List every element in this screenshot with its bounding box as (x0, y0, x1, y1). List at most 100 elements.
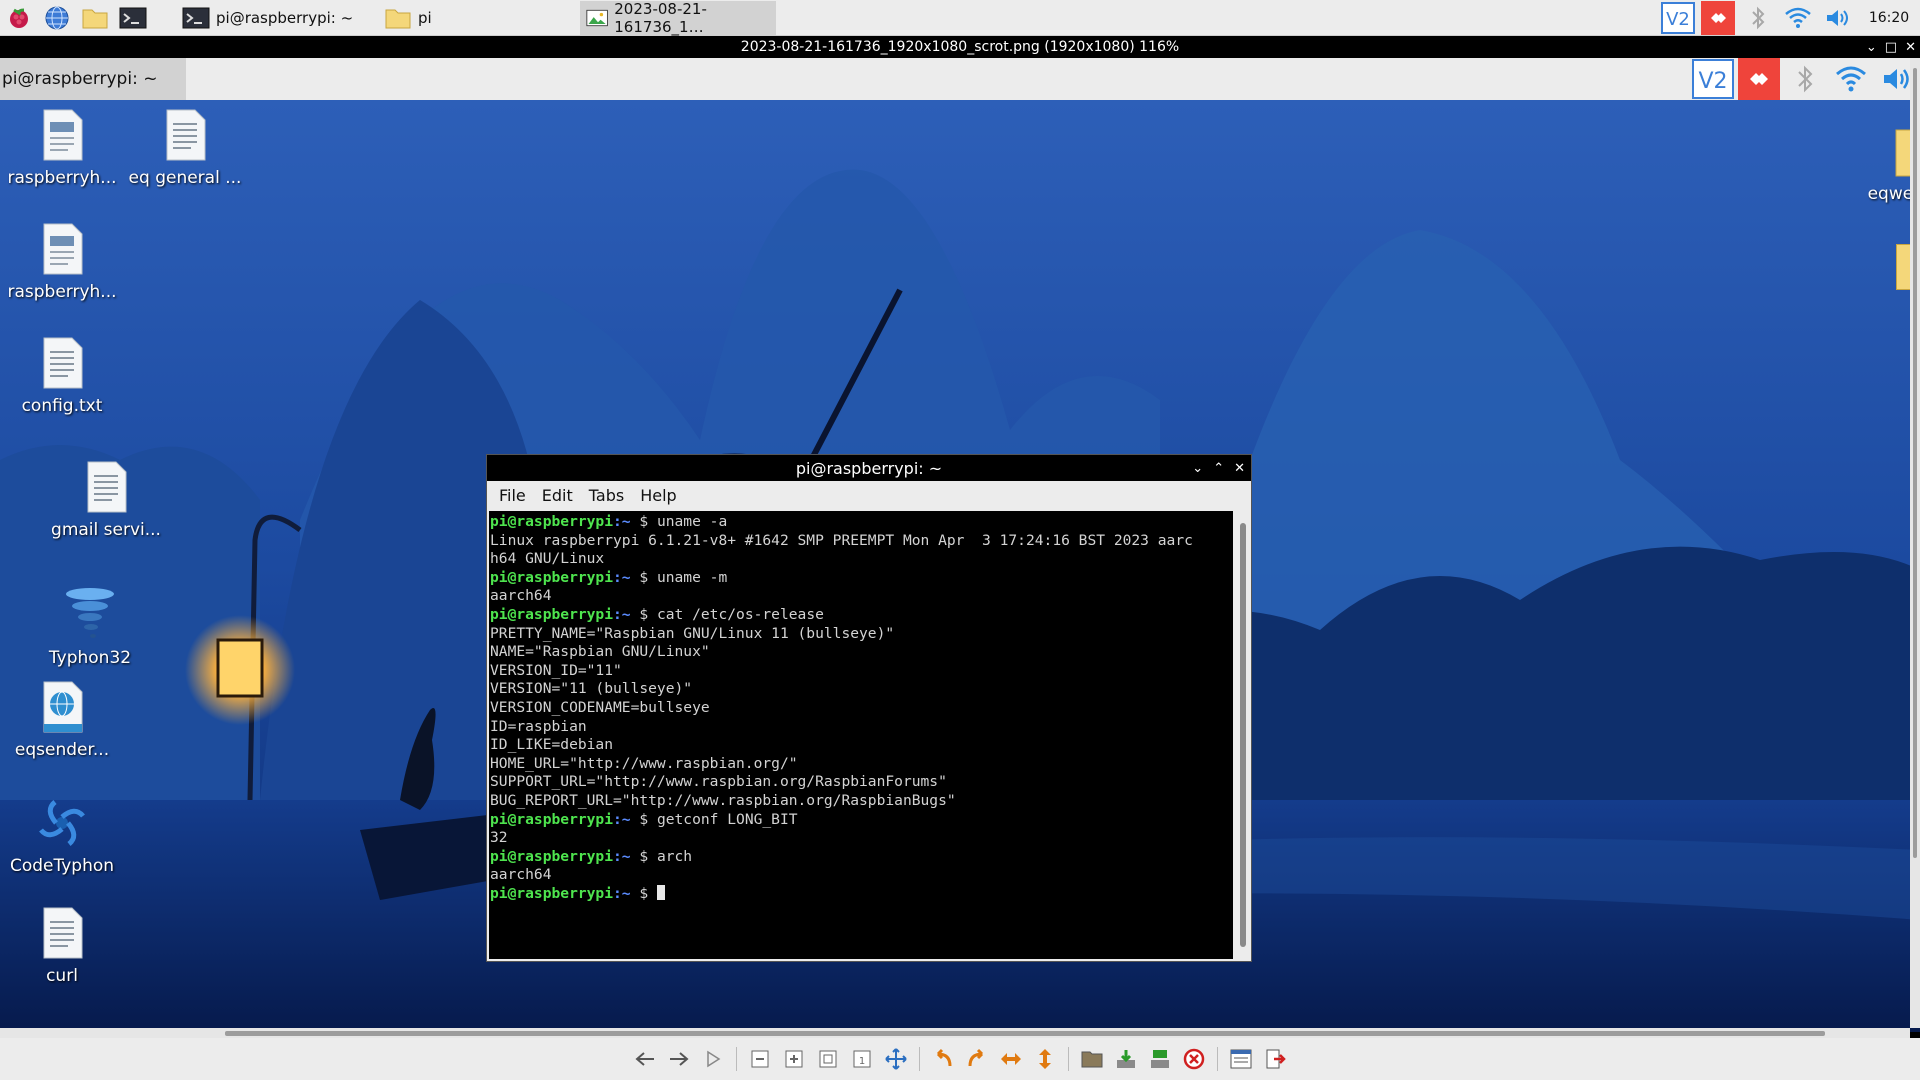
bluetooth-tray-button[interactable] (1738, 0, 1778, 36)
play-button[interactable] (700, 1046, 726, 1072)
inner-task-label: pi@raspberrypi: ~ (2, 69, 158, 89)
terminal-output-line: HOME_URL="http://www.raspbian.org/" (490, 754, 798, 772)
terminal-command-line: pi@raspberrypi:~ $ arch (490, 848, 1232, 867)
flip-horizontal-icon (1001, 1053, 1021, 1065)
terminal-scrollbar[interactable] (1235, 511, 1251, 959)
task-terminal[interactable]: pi@raspberrypi: ~ (176, 1, 376, 35)
original-size-button[interactable]: 1 (849, 1046, 875, 1072)
terminal-output-line: 32 (490, 829, 508, 847)
fullscreen-button[interactable] (883, 1046, 909, 1072)
terminal-output-line: SUPPORT_URL="http://www.raspbian.org/Ras… (490, 773, 947, 791)
delete-button[interactable] (1181, 1046, 1207, 1072)
flip-vertical-button[interactable] (1032, 1046, 1058, 1072)
task-image-viewer[interactable]: 2023-08-21-161736_1… (580, 0, 776, 36)
command-text: cat /etc/os-release (656, 605, 824, 623)
rotate-right-button[interactable] (964, 1046, 990, 1072)
terminal-title-bar[interactable]: pi@raspberrypi: ~ ⌄ ⌃ ✕ (487, 455, 1251, 481)
rotate-right-icon (968, 1048, 984, 1067)
prompt-user: pi@raspberrypi (490, 810, 614, 828)
wifi-tray-button[interactable] (1778, 0, 1818, 36)
taskbar: pi@raspberrypi: ~ pi 2023-08-21-161736_1… (0, 0, 1920, 36)
zoom-in-icon (785, 1050, 803, 1068)
desktop-icon-label: raspberryh... (7, 168, 117, 188)
inner-wifi (1828, 58, 1874, 100)
prompt-path: :~ (613, 513, 631, 530)
menu-tabs[interactable]: Tabs (583, 484, 630, 507)
desktop-icon-label: curl (46, 966, 78, 986)
svg-text:V2: V2 (1666, 9, 1690, 30)
prompt-path: :~ (613, 568, 631, 586)
desktop-icon-raspberryh-1[interactable]: raspberryh... (2, 108, 122, 188)
minimize-icon[interactable]: ⌄ (1866, 40, 1877, 55)
task-file-manager[interactable]: pi (378, 1, 578, 35)
wifi-icon (1785, 7, 1811, 28)
terminal-output-line: VERSION_CODENAME=bullseye (490, 698, 710, 716)
prompt-dollar: $ (630, 884, 657, 902)
rotate-left-button[interactable] (930, 1046, 956, 1072)
exit-icon (1266, 1049, 1286, 1069)
maximize-icon[interactable]: ⌃ (1213, 461, 1224, 476)
raspberry-menu-button[interactable] (0, 1, 38, 35)
prompt-user: pi@raspberrypi (490, 568, 614, 586)
desktop-icon-eqsender[interactable]: eqsender... (2, 680, 122, 760)
next-button[interactable] (666, 1046, 692, 1072)
zoom-in-button[interactable] (781, 1046, 807, 1072)
save-as-button[interactable] (1147, 1046, 1173, 1072)
terminal-output-line: NAME="Raspbian GNU/Linux" (490, 643, 710, 661)
horizontal-scrollbar[interactable] (0, 1028, 1910, 1038)
terminal-command-line: pi@raspberrypi:~ $ uname -m (490, 569, 1232, 588)
command-text: getconf LONG_BIT (656, 810, 798, 828)
terminal-output-line: aarch64 (490, 866, 552, 884)
maximize-icon[interactable]: □ (1885, 40, 1897, 55)
anydesk-tray-button[interactable] (1698, 0, 1738, 36)
terminal-icon (119, 7, 147, 28)
clock[interactable]: 16:20 (1858, 10, 1920, 26)
exit-button[interactable] (1262, 1046, 1288, 1072)
original-size-icon: 1 (853, 1050, 871, 1068)
fit-button[interactable] (815, 1046, 841, 1072)
vnc-icon: V2 (1692, 59, 1734, 99)
prev-button[interactable] (632, 1046, 658, 1072)
menu-file[interactable]: File (493, 484, 532, 507)
bluetooth-icon (1752, 6, 1765, 30)
flip-horizontal-button[interactable] (998, 1046, 1024, 1072)
desktop-icon-eqweb[interactable]: eqweb (1834, 128, 1920, 204)
play-icon (707, 1050, 721, 1068)
desktop-icon-label: CodeTyphon (9, 856, 115, 876)
prev-icon (635, 1052, 654, 1066)
viewer-toolbar: 1 (0, 1038, 1920, 1080)
menu-edit[interactable]: Edit (536, 484, 579, 507)
menu-help[interactable]: Help (634, 484, 682, 507)
desktop-icon-curl[interactable]: curl (2, 906, 122, 986)
desktop-icon-gmail-service[interactable]: gmail servi... (46, 460, 166, 540)
desktop-icon-raspberryh-2[interactable]: raspberryh... (2, 222, 122, 302)
file-manager-launcher[interactable] (76, 1, 114, 35)
open-button[interactable] (1079, 1046, 1105, 1072)
desktop-icon-config-txt[interactable]: config.txt (2, 336, 122, 416)
minimize-icon[interactable]: ⌄ (1192, 461, 1203, 476)
desktop-icon-codetyphon[interactable]: CodeTyphon (2, 796, 122, 876)
browser-launcher[interactable] (38, 1, 76, 35)
task-label: pi (418, 9, 432, 27)
volume-tray-button[interactable] (1818, 0, 1858, 36)
save-button[interactable] (1113, 1046, 1139, 1072)
swirl-icon (39, 800, 85, 846)
zoom-out-button[interactable] (747, 1046, 773, 1072)
preferences-button[interactable] (1228, 1046, 1254, 1072)
prompt-path: :~ (613, 605, 631, 623)
flip-vertical-icon (1039, 1049, 1051, 1069)
terminal-launcher[interactable] (114, 1, 152, 35)
desktop-icon-label: raspberryh... (7, 282, 117, 302)
prompt-user: pi@raspberrypi (490, 513, 614, 530)
terminal-window[interactable]: pi@raspberrypi: ~ ⌄ ⌃ ✕ File Edit Tabs H… (486, 454, 1252, 962)
vnc-tray-button[interactable]: V2 (1658, 0, 1698, 36)
close-icon[interactable]: ✕ (1234, 461, 1245, 476)
vertical-scrollbar[interactable] (1910, 58, 1920, 1028)
image-canvas[interactable]: pi@raspberrypi: ~ V2 raspberryh... eq ge… (0, 58, 1920, 1032)
terminal-output[interactable]: pi@raspberrypi:~ $ uname -a Linux raspber… (489, 511, 1233, 959)
close-icon[interactable]: ✕ (1905, 40, 1916, 55)
image-icon (586, 9, 608, 27)
desktop-icon-typhon32[interactable]: Typhon32 (30, 586, 150, 668)
desktop-icon-eq-general[interactable]: eq general ... (125, 108, 245, 188)
desktop-icon-label: config.txt (21, 396, 103, 416)
